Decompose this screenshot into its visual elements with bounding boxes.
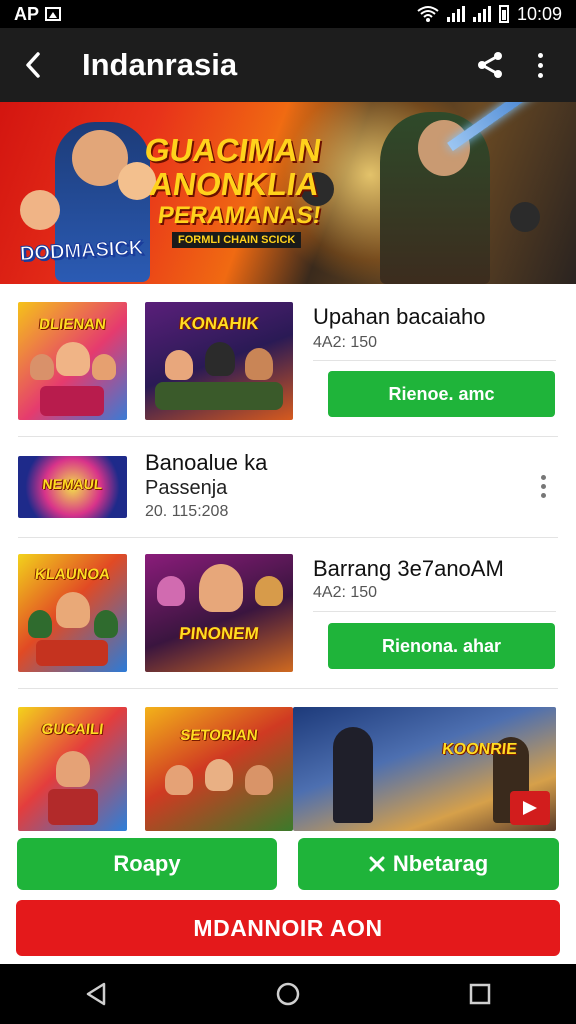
list-item[interactable]: DLIENAN KONAHIK Upahan bacaiaho 4A2: 150… xyxy=(0,284,576,436)
primary-left-button[interactable]: Roapy xyxy=(17,838,277,890)
item-meta: 20. 115:208 xyxy=(145,503,229,520)
nav-back-button[interactable] xyxy=(76,974,116,1014)
nav-recents-button[interactable] xyxy=(460,974,500,1014)
overflow-menu-button[interactable] xyxy=(522,47,558,83)
chevron-left-icon xyxy=(26,52,40,78)
game-thumbnail[interactable]: DLIENAN xyxy=(18,302,127,420)
banner-headline-3: PERAMANAS! xyxy=(156,202,323,229)
item-title: Barrang 3e7anoAM xyxy=(313,556,504,581)
game-thumbnail[interactable]: KOONRIE xyxy=(293,707,556,831)
square-recents-icon xyxy=(469,983,491,1005)
list-item[interactable]: KLAUNOA PINONEM Barrang 3e7anoAM 4A2: 15… xyxy=(0,538,576,688)
clock: 10:09 xyxy=(516,3,562,24)
item-subtitle: Passenja xyxy=(145,477,228,499)
item-title: Upahan bacaiaho xyxy=(313,304,486,329)
nav-home-button[interactable] xyxy=(268,974,308,1014)
image-notification-icon xyxy=(45,7,62,21)
more-vert-icon xyxy=(537,52,543,78)
status-right: 10:09 xyxy=(417,4,562,25)
battery-icon xyxy=(498,5,509,23)
install-button[interactable]: Rienona. ahar xyxy=(328,623,555,669)
list-item[interactable]: NEMAUL Banoalue ka Passenja 20. 115:208 xyxy=(0,437,576,537)
share-button[interactable] xyxy=(472,47,508,83)
banner-tagline: FORMLI CHAIN SCICK xyxy=(172,232,302,248)
system-nav-bar xyxy=(0,964,576,1024)
status-bar: AP 10:09 xyxy=(0,0,576,28)
item-meta: 4A2: 150 xyxy=(313,584,378,601)
game-thumbnail[interactable]: GUCAILI xyxy=(18,707,127,831)
signal-icon-2 xyxy=(472,6,491,22)
primary-right-button[interactable]: Nbetarag xyxy=(298,838,559,890)
banner-headline-1: GUACIMAN xyxy=(142,132,324,168)
game-thumbnail[interactable]: NEMAUL xyxy=(18,456,127,518)
app-bar: Indanrasia xyxy=(0,28,576,102)
item-meta: 4A2: 150 xyxy=(313,334,378,351)
back-button[interactable] xyxy=(18,50,48,80)
hero-banner[interactable]: GUACIMAN ANONKLIA PERAMANAS! FORMLI CHAI… xyxy=(0,102,576,284)
list-item[interactable]: GUCAILI SETORIAN KOONRIE xyxy=(0,689,576,839)
triangle-back-icon xyxy=(86,982,106,1006)
game-thumbnail[interactable]: KLAUNOA xyxy=(18,554,127,672)
game-thumbnail[interactable]: KONAHIK xyxy=(145,302,293,420)
circle-home-icon xyxy=(276,982,300,1006)
wifi-icon xyxy=(417,6,439,22)
main-action-button[interactable]: MDANNOIR AON xyxy=(16,900,560,956)
install-button[interactable]: Rienoe. amc xyxy=(328,371,555,417)
item-title: Banoalue ka xyxy=(145,450,268,475)
signal-icon xyxy=(446,6,465,22)
page-title: Indanrasia xyxy=(82,47,238,82)
x-icon xyxy=(369,856,385,872)
game-thumbnail[interactable]: SETORIAN xyxy=(145,707,293,831)
carrier-label: AP xyxy=(14,3,40,24)
status-left: AP xyxy=(14,3,62,25)
game-thumbnail[interactable]: PINONEM xyxy=(145,554,293,672)
banner-headline-2: ANONKLIA xyxy=(147,166,322,202)
play-icon xyxy=(523,801,537,815)
share-icon xyxy=(478,52,502,78)
item-more-button[interactable] xyxy=(535,472,551,500)
play-video-button[interactable] xyxy=(510,791,550,825)
